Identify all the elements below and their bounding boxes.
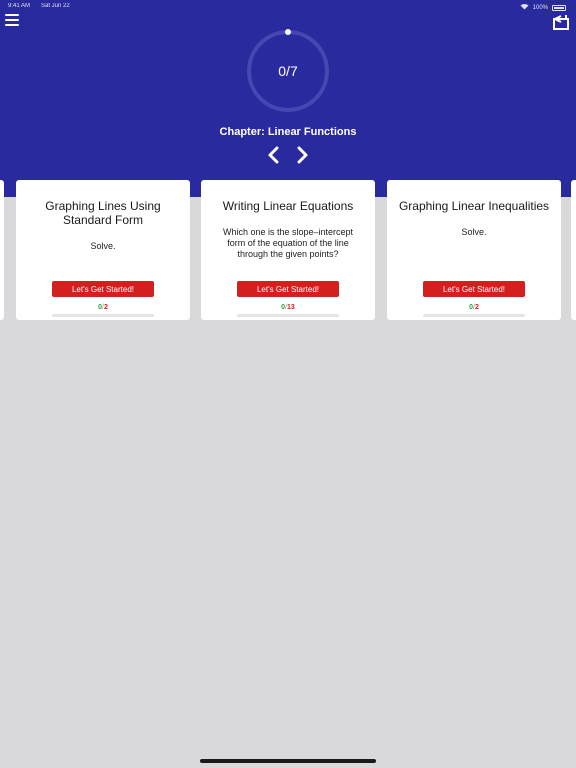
status-right: 100% — [520, 3, 566, 12]
header: 9:41 AM Sat Jun 22 100% 0/7 Chapter: Lin… — [0, 0, 576, 197]
previous-card-edge[interactable] — [0, 180, 4, 320]
lesson-progress-bar — [423, 314, 525, 317]
lesson-title: Writing Linear Equations — [222, 199, 354, 213]
start-button[interactable]: Let's Get Started! — [237, 281, 339, 297]
lesson-progress-bar — [237, 314, 339, 317]
battery-icon — [552, 4, 566, 11]
question-count: 0/2 — [469, 304, 479, 311]
lesson-title: Graphing Linear Inequalities — [398, 199, 550, 213]
lesson-title: Graphing Lines Using Standard Form — [45, 199, 161, 227]
hamburger-menu-icon[interactable] — [5, 14, 19, 26]
question-count: 0/2 — [98, 304, 108, 311]
chapter-title: Chapter: Linear Functions — [219, 126, 357, 138]
status-date: Sat Jun 22 — [41, 3, 70, 9]
next-card-edge[interactable] — [571, 180, 576, 320]
question-count: 0/13 — [281, 304, 295, 311]
progress-label: 0/7 — [278, 63, 298, 79]
chevron-right-icon[interactable] — [296, 146, 310, 164]
wifi-icon — [520, 3, 529, 12]
start-button[interactable]: Let's Get Started! — [423, 281, 525, 297]
status-time: 9:41 AM — [8, 3, 31, 9]
lesson-card[interactable]: Graphing Linear Inequalities Solve. Let'… — [387, 180, 561, 320]
lesson-description: Solve. — [461, 227, 487, 237]
start-button[interactable]: Let's Get Started! — [52, 281, 154, 297]
exit-icon[interactable] — [552, 14, 570, 30]
lesson-description: Solve. — [90, 241, 116, 251]
lesson-description: Which one is the slope–intercept form of… — [222, 227, 354, 259]
lesson-card[interactable]: Writing Linear Equations Which one is th… — [201, 180, 375, 320]
lesson-card[interactable]: Graphing Lines Using Standard Form Solve… — [16, 180, 190, 320]
chevron-left-icon[interactable] — [266, 146, 280, 164]
battery-label: 100% — [532, 4, 548, 11]
lesson-progress-bar — [52, 314, 154, 317]
home-indicator[interactable] — [200, 759, 376, 763]
